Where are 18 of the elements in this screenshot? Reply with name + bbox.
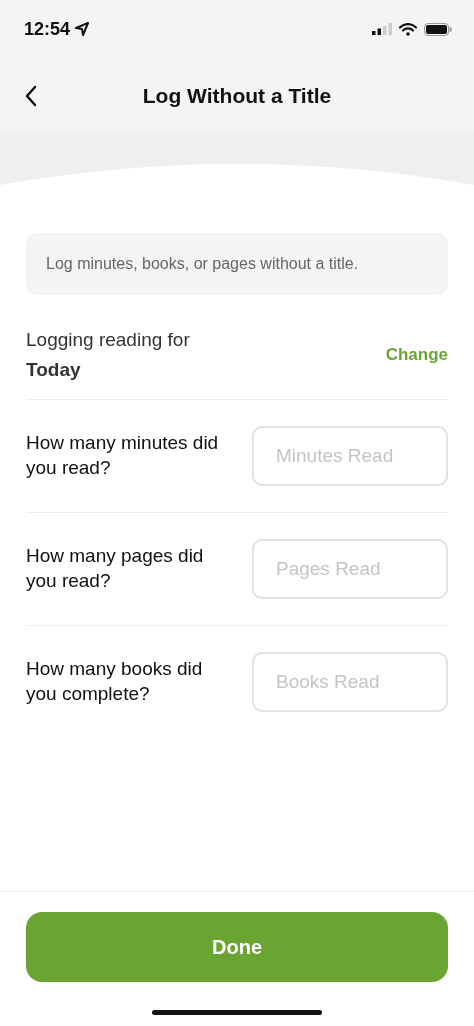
change-link[interactable]: Change (385, 345, 448, 365)
number-input-field[interactable]: Books Read (252, 652, 448, 712)
logging-label: Logging reading for (26, 329, 190, 351)
status-time: 12:54 (24, 18, 71, 40)
question-label: How many pages did you read? (26, 544, 205, 593)
location-arrow-icon (75, 22, 90, 36)
logging-date: Today (26, 359, 82, 381)
number-input-field[interactable]: Minutes Read (252, 426, 448, 486)
signal-icon (372, 23, 392, 35)
info-text: Log minutes, books, or pages without a title. (46, 255, 359, 273)
battery-icon (424, 22, 452, 36)
number-input-field[interactable]: Pages Read (252, 539, 448, 599)
question-label: How many books did you complete? (26, 657, 204, 706)
back-button[interactable] (24, 84, 38, 107)
wifi-icon (399, 22, 417, 36)
page-title: Log Without a Title (142, 83, 332, 107)
done-button[interactable]: Done (26, 912, 448, 982)
question-label: How many minutes did you read? (26, 431, 220, 480)
